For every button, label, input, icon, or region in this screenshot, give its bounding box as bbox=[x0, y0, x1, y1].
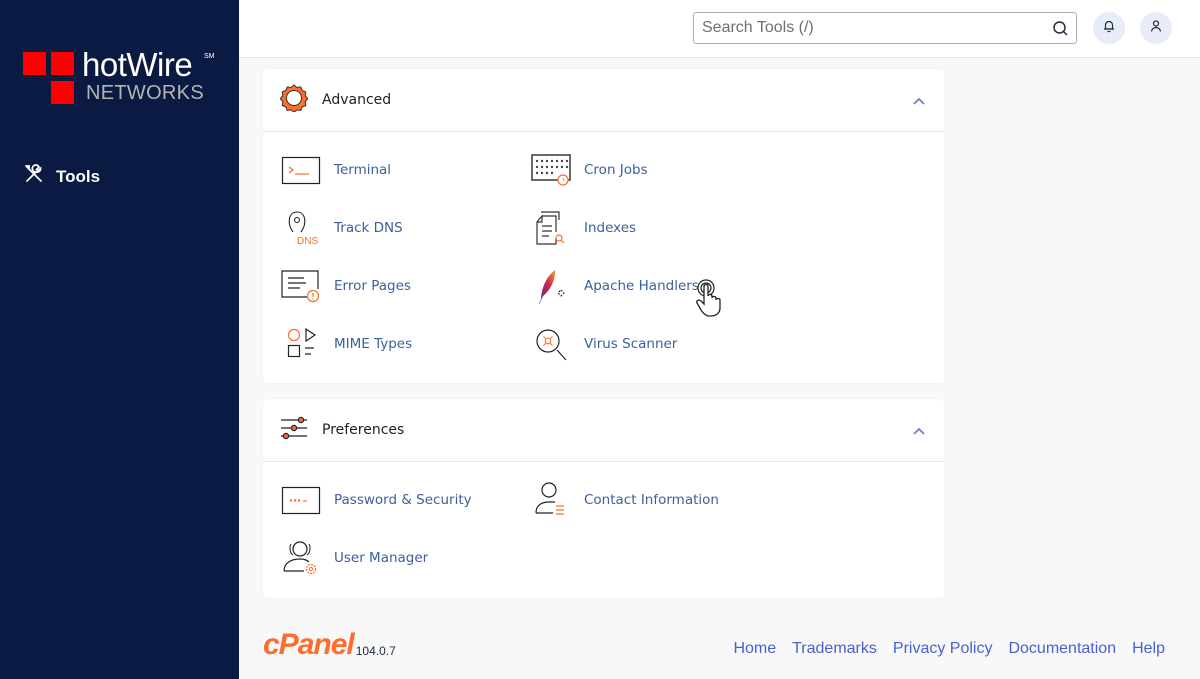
logo-square bbox=[51, 81, 74, 104]
section-advanced: Advanced Terminal Cron Jobs DNS Track DN… bbox=[263, 69, 944, 383]
tool-label: Terminal bbox=[334, 162, 392, 178]
footer-link-privacy-policy[interactable]: Privacy Policy bbox=[893, 640, 993, 658]
tool-user-manager[interactable]: User Manager bbox=[280, 537, 428, 579]
tool-terminal[interactable]: Terminal bbox=[280, 149, 391, 191]
section-preferences: Preferences Password & Security Contact … bbox=[263, 399, 944, 598]
top-bar bbox=[239, 0, 1200, 58]
footer-link-help[interactable]: Help bbox=[1132, 640, 1165, 658]
tool-label: Cron Jobs bbox=[584, 162, 648, 178]
gear-icon bbox=[279, 83, 309, 117]
logo-service-mark: SM bbox=[204, 53, 215, 60]
sidebar: hotWire SM NETWORKS Tools bbox=[0, 0, 239, 679]
error-pages-icon bbox=[280, 265, 322, 307]
track-dns-icon: DNS bbox=[280, 207, 322, 249]
cron-jobs-icon bbox=[530, 149, 572, 191]
tool-cron-jobs[interactable]: Cron Jobs bbox=[530, 149, 648, 191]
tool-label: Password & Security bbox=[334, 492, 472, 508]
tool-apache-handlers[interactable]: Apache Handlers bbox=[530, 265, 699, 307]
footer-link-documentation[interactable]: Documentation bbox=[1008, 640, 1116, 658]
tool-label: Indexes bbox=[584, 220, 637, 236]
logo-subtitle: NETWORKS bbox=[86, 82, 204, 104]
chevron-up-icon[interactable] bbox=[912, 93, 926, 111]
hand-pointer-cursor-icon bbox=[694, 278, 724, 325]
tool-virus-scanner[interactable]: Virus Scanner bbox=[530, 323, 677, 365]
footer-links: Home Trademarks Privacy Policy Documenta… bbox=[733, 640, 1165, 658]
section-header-advanced[interactable]: Advanced bbox=[263, 69, 944, 132]
sliders-icon bbox=[280, 416, 308, 445]
search-icon[interactable] bbox=[1052, 20, 1069, 42]
user-icon bbox=[1149, 19, 1163, 38]
tool-label: Error Pages bbox=[334, 278, 411, 294]
cpanel-brand: cPanel bbox=[263, 628, 355, 661]
footer-link-home[interactable]: Home bbox=[733, 640, 776, 658]
cpanel-logo: cPanel 104.0.7 bbox=[263, 630, 396, 660]
tool-label: MIME Types bbox=[334, 336, 413, 352]
sidebar-item-tools[interactable]: Tools bbox=[24, 164, 100, 189]
section-header-preferences[interactable]: Preferences bbox=[263, 399, 944, 462]
apache-feather-icon bbox=[530, 265, 572, 307]
hotwire-logo[interactable]: hotWire SM NETWORKS bbox=[23, 46, 223, 106]
svg-text:DNS: DNS bbox=[297, 236, 318, 247]
virus-scanner-icon bbox=[530, 323, 572, 365]
indexes-icon bbox=[530, 207, 572, 249]
logo-brand: hotWire bbox=[82, 46, 193, 83]
section-title: Advanced bbox=[322, 92, 392, 108]
tool-track-dns[interactable]: DNS Track DNS bbox=[280, 207, 403, 249]
password-icon bbox=[280, 479, 322, 521]
footer-link-trademarks[interactable]: Trademarks bbox=[792, 640, 877, 658]
section-title: Preferences bbox=[322, 422, 405, 438]
tools-icon bbox=[24, 164, 44, 189]
tool-label: Contact Information bbox=[584, 492, 719, 508]
user-menu-button[interactable] bbox=[1140, 12, 1172, 44]
cpanel-version: 104.0.7 bbox=[355, 644, 396, 658]
tool-indexes[interactable]: Indexes bbox=[530, 207, 636, 249]
tool-label: Virus Scanner bbox=[584, 336, 678, 352]
search-box bbox=[693, 12, 1077, 44]
notifications-button[interactable] bbox=[1093, 12, 1125, 44]
bell-icon bbox=[1102, 19, 1116, 38]
tool-error-pages[interactable]: Error Pages bbox=[280, 265, 411, 307]
tool-password-security[interactable]: Password & Security bbox=[280, 479, 472, 521]
sidebar-item-label: Tools bbox=[56, 166, 101, 186]
logo-square bbox=[51, 52, 74, 75]
tool-label: User Manager bbox=[334, 550, 429, 566]
logo-square bbox=[23, 52, 46, 75]
user-manager-icon bbox=[280, 537, 322, 579]
contact-icon bbox=[530, 479, 572, 521]
tool-contact-information[interactable]: Contact Information bbox=[530, 479, 719, 521]
tool-label: Apache Handlers bbox=[584, 278, 699, 294]
mime-types-icon bbox=[280, 323, 322, 365]
tool-mime-types[interactable]: MIME Types bbox=[280, 323, 412, 365]
search-input[interactable] bbox=[694, 13, 1034, 43]
chevron-up-icon[interactable] bbox=[912, 423, 926, 441]
tool-label: Track DNS bbox=[334, 220, 403, 236]
terminal-icon bbox=[280, 149, 322, 191]
